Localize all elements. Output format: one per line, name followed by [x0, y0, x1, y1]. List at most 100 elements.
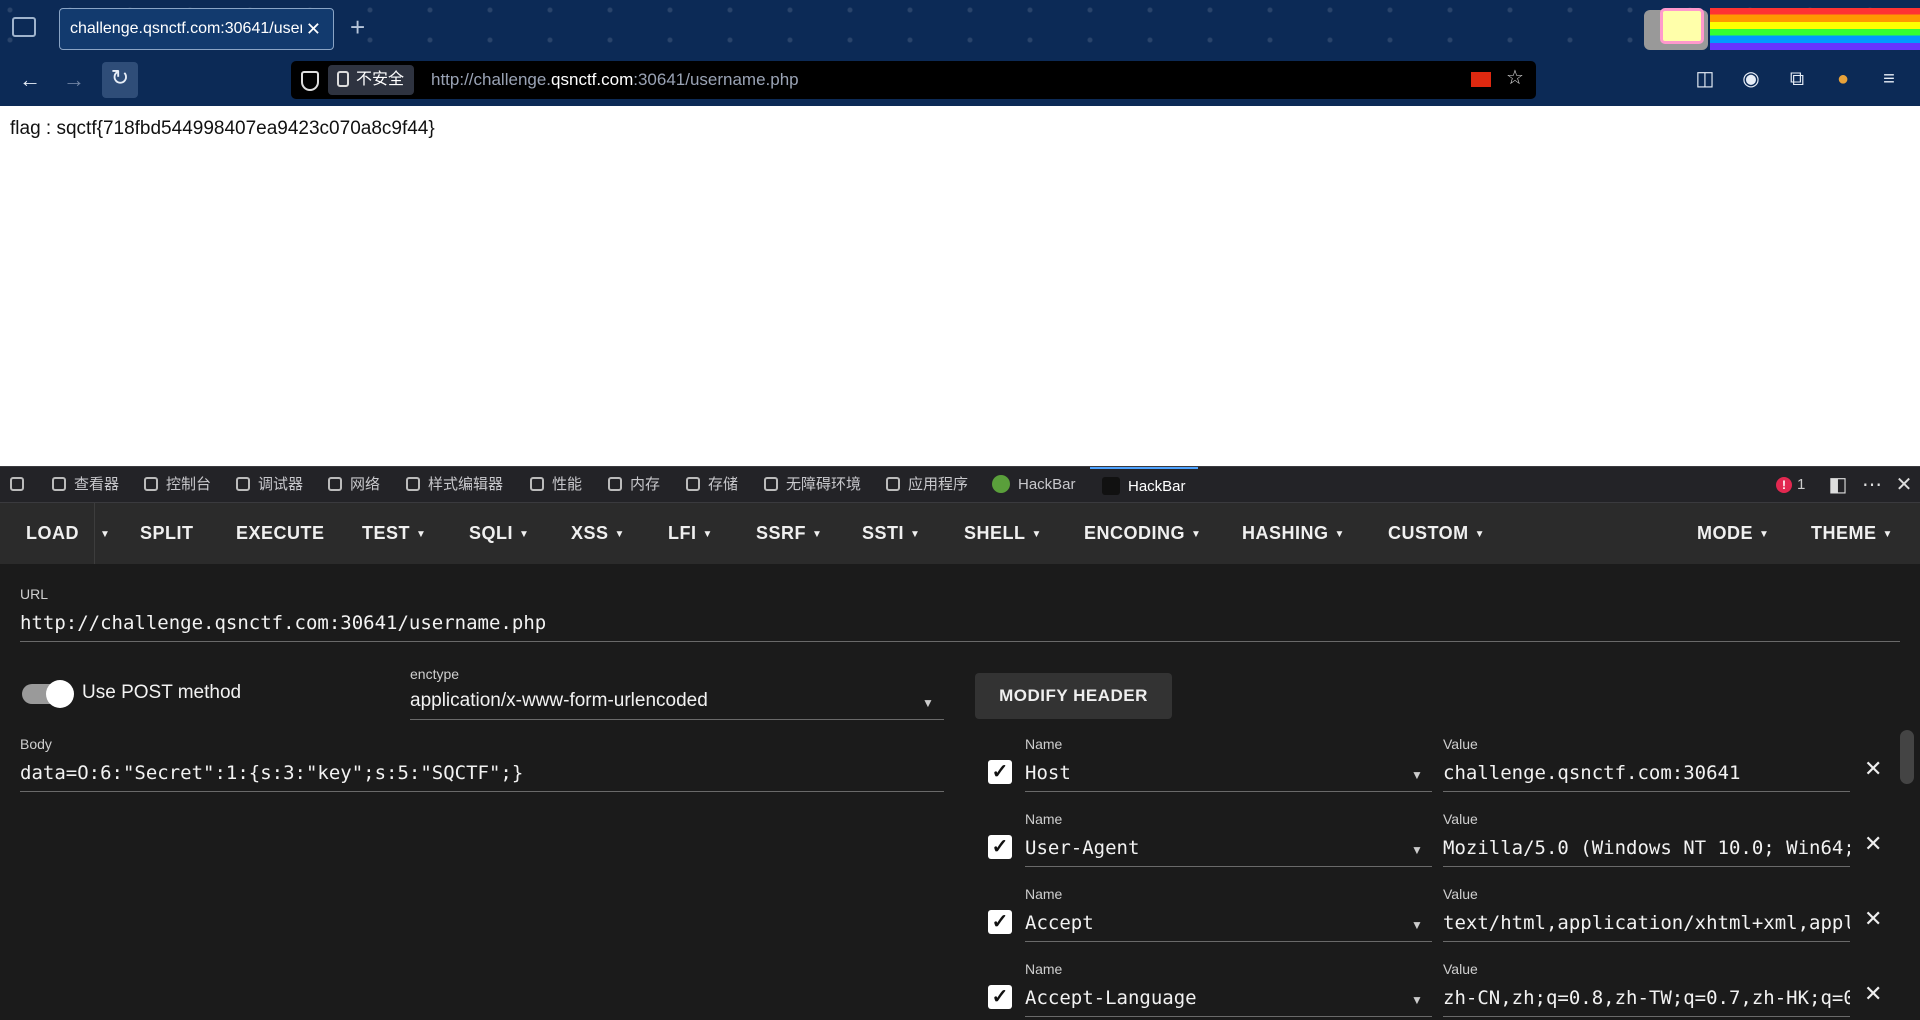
header-name-dropdown-icon[interactable]: ▼	[1411, 768, 1423, 782]
caret-icon: ▼	[1474, 528, 1486, 540]
execute-button[interactable]: EXECUTE	[236, 503, 325, 564]
dock-icon[interactable]: ◧	[1824, 467, 1852, 503]
back-icon[interactable]: ←	[14, 64, 46, 96]
tab-close-icon[interactable]: ✕	[306, 9, 321, 49]
error-icon[interactable]: !	[1776, 477, 1792, 493]
tab-label: 存储	[708, 476, 739, 493]
bookmark-star-icon[interactable]: ☆	[1506, 65, 1524, 90]
scrollbar-thumb[interactable]	[1900, 730, 1914, 784]
error-count[interactable]: 1	[1797, 467, 1805, 503]
new-tab-button[interactable]: +	[350, 12, 365, 43]
remove-header-icon[interactable]: ✕	[1864, 981, 1882, 1007]
header-name-dropdown-icon[interactable]: ▼	[1411, 993, 1423, 1007]
caret-icon: ▼	[910, 528, 921, 540]
modify-header-button[interactable]: MODIFY HEADER	[975, 673, 1172, 719]
remove-header-icon[interactable]: ✕	[1864, 831, 1882, 857]
header-name-label: Name	[1025, 811, 1063, 827]
security-badge[interactable]: 不安全	[328, 65, 414, 95]
addon-cookie-icon[interactable]: ●	[1828, 64, 1858, 94]
menu-xss[interactable]: XSS ▼	[571, 503, 625, 564]
console-icon	[144, 476, 158, 491]
enctype-select[interactable]: application/x-www-form-urlencoded	[410, 686, 944, 720]
menu-sqli[interactable]: SQLI ▼	[469, 503, 529, 564]
account-icon[interactable]: ◉	[1736, 64, 1766, 94]
tab-performance[interactable]: 性能	[530, 467, 582, 503]
menu-label: TEST	[362, 523, 411, 543]
pocket-icon[interactable]: ◫	[1690, 64, 1720, 94]
header-name-dropdown-icon[interactable]: ▼	[1411, 843, 1423, 857]
header-value-input[interactable]: challenge.qsnctf.com:30641	[1443, 758, 1850, 792]
caret-icon: ▼	[1334, 528, 1345, 540]
tab-storage[interactable]: 存储	[686, 467, 738, 503]
header-value-input[interactable]: zh-CN,zh;q=0.8,zh-TW;q=0.7,zh-HK;q=0.5	[1443, 983, 1850, 1017]
url-text[interactable]: http://challenge.qsnctf.com:30641/userna…	[431, 61, 799, 99]
header-enabled-checkbox[interactable]: ✓	[988, 760, 1012, 784]
url-input[interactable]: http://challenge.qsnctf.com:30641/userna…	[20, 608, 1900, 642]
tab-network[interactable]: 网络	[328, 467, 380, 503]
body-input[interactable]: data=O:6:"Secret":1:{s:3:"key";s:5:"SQCT…	[20, 758, 944, 792]
tracking-shield-icon[interactable]	[301, 71, 319, 91]
tab-label: 无障碍环境	[786, 476, 862, 493]
load-dropdown-icon[interactable]: ▼	[100, 503, 110, 564]
header-value-label: Value	[1443, 961, 1478, 977]
tab-list-icon[interactable]	[12, 17, 36, 37]
forward-icon[interactable]: →	[58, 64, 90, 96]
menu-label: THEME	[1811, 523, 1877, 543]
security-label: 不安全	[356, 71, 405, 88]
style-editor-icon	[406, 476, 420, 491]
menu-shell[interactable]: SHELL ▼	[964, 503, 1042, 564]
menu-lfi[interactable]: LFI ▼	[668, 503, 713, 564]
header-enabled-checkbox[interactable]: ✓	[988, 985, 1012, 1009]
header-name-input[interactable]: Accept-Language	[1025, 983, 1432, 1017]
header-enabled-checkbox[interactable]: ✓	[988, 835, 1012, 859]
element-picker-icon[interactable]	[10, 467, 24, 503]
header-value-label: Value	[1443, 886, 1478, 902]
menu-test[interactable]: TEST ▼	[362, 503, 426, 564]
menu-encoding[interactable]: ENCODING ▼	[1084, 503, 1201, 564]
header-enabled-checkbox[interactable]: ✓	[988, 910, 1012, 934]
menu-theme[interactable]: THEME ▼	[1811, 503, 1893, 564]
header-name-dropdown-icon[interactable]: ▼	[1411, 918, 1423, 932]
header-name-input[interactable]: Accept	[1025, 908, 1432, 942]
accessibility-icon	[764, 476, 778, 491]
extensions-icon[interactable]: ⧉	[1782, 64, 1812, 94]
header-name-input[interactable]: User-Agent	[1025, 833, 1432, 867]
remove-header-icon[interactable]: ✕	[1864, 906, 1882, 932]
tab-application[interactable]: 应用程序	[886, 467, 968, 503]
close-devtools-icon[interactable]: ✕	[1890, 467, 1918, 503]
reload-icon[interactable]: ↻	[102, 62, 138, 98]
remove-header-icon[interactable]: ✕	[1864, 756, 1882, 782]
tab-label: HackBar	[1018, 476, 1076, 493]
menu-label: SSTI	[862, 523, 905, 543]
split-button[interactable]: SPLIT	[140, 503, 194, 564]
header-value-input[interactable]: Mozilla/5.0 (Windows NT 10.0; Win64; x64…	[1443, 833, 1850, 867]
devtools-toolbar: 查看器 控制台 调试器 网络 样式编辑器 性能 内存 存储 无障碍环境 应用程序…	[0, 466, 1920, 503]
nyan-cat-theme-image	[1638, 6, 1920, 52]
body-label: Body	[20, 736, 52, 752]
header-value-input[interactable]: text/html,application/xhtml+xml,applicat…	[1443, 908, 1850, 942]
tab-active[interactable]: challenge.qsnctf.com:30641/username.php …	[59, 8, 334, 50]
tab-debugger[interactable]: 调试器	[236, 467, 303, 503]
menu-icon[interactable]: ≡	[1874, 64, 1904, 94]
tab-bar: challenge.qsnctf.com:30641/username.php …	[0, 0, 1920, 54]
tab-hackbar-1[interactable]: HackBar	[992, 467, 1076, 503]
header-name-input[interactable]: Host	[1025, 758, 1432, 792]
tab-inspector[interactable]: 查看器	[52, 467, 119, 503]
tab-console[interactable]: 控制台	[144, 467, 211, 503]
tab-accessibility[interactable]: 无障碍环境	[764, 467, 861, 503]
tab-hackbar-2[interactable]: HackBar	[1090, 467, 1198, 503]
menu-label: SHELL	[964, 523, 1026, 543]
enctype-dropdown-icon[interactable]: ▼	[922, 696, 934, 710]
menu-mode[interactable]: MODE ▼	[1697, 503, 1769, 564]
menu-custom[interactable]: CUSTOM ▼	[1388, 503, 1485, 564]
load-button[interactable]: LOAD	[26, 503, 79, 564]
caret-icon: ▼	[1191, 528, 1202, 540]
more-options-icon[interactable]: ⋯	[1858, 467, 1886, 503]
menu-ssti[interactable]: SSTI ▼	[862, 503, 920, 564]
menu-hashing[interactable]: HASHING ▼	[1242, 503, 1345, 564]
tab-memory[interactable]: 内存	[608, 467, 660, 503]
url-bar[interactable]: 不安全 http://challenge.qsnctf.com:30641/us…	[291, 61, 1536, 99]
menu-ssrf[interactable]: SSRF ▼	[756, 503, 822, 564]
tab-style-editor[interactable]: 样式编辑器	[406, 467, 503, 503]
post-method-toggle[interactable]	[22, 680, 74, 708]
